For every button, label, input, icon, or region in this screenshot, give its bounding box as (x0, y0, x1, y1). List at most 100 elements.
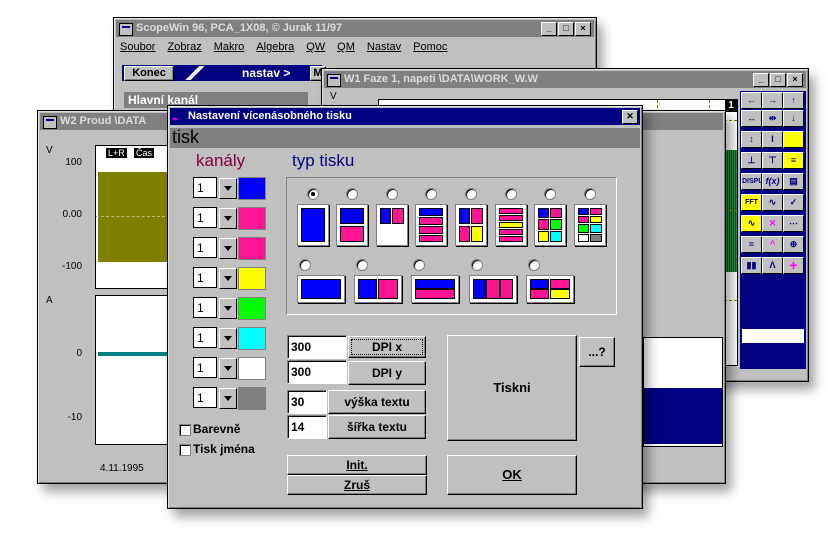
names-checkbox[interactable] (179, 444, 191, 456)
layout-3-icon[interactable] (376, 204, 408, 246)
layout-6-icon[interactable] (495, 204, 527, 246)
layout-12-icon[interactable] (469, 275, 517, 303)
layout-radio[interactable] (471, 259, 483, 271)
chevron-down-icon[interactable] (219, 208, 237, 229)
layout-13-icon[interactable] (526, 275, 574, 303)
text-width-value[interactable]: 14 (287, 415, 327, 439)
channel-color-swatch[interactable] (238, 237, 266, 260)
menu-makro[interactable]: Makro (214, 38, 245, 56)
layout-9-icon[interactable] (297, 275, 345, 303)
split-icon[interactable]: ≡ (783, 152, 804, 169)
baseline-icon[interactable]: ⊤ (762, 152, 783, 169)
more-button[interactable]: ...? (579, 337, 615, 367)
chevron-down-icon[interactable] (219, 388, 237, 409)
layout-radio[interactable] (544, 188, 556, 200)
layout-8-icon[interactable] (574, 204, 606, 246)
ok-button[interactable]: OK (447, 455, 577, 495)
text-width-button[interactable]: šířka textu (328, 415, 426, 439)
minimize-icon[interactable]: _ (541, 22, 557, 36)
chevron-down-icon[interactable] (219, 268, 237, 289)
channel-select[interactable]: 1 (193, 267, 237, 290)
layout-radio[interactable] (465, 188, 477, 200)
layout-radio[interactable] (346, 188, 358, 200)
wave-icon[interactable]: ∿ (762, 194, 783, 211)
channel-color-swatch[interactable] (238, 327, 266, 350)
layout-radio[interactable] (413, 259, 425, 271)
channel-select[interactable]: 1 (193, 357, 237, 380)
layout-radio[interactable] (307, 188, 319, 200)
layout-radio[interactable] (299, 259, 311, 271)
maximize-icon[interactable]: □ (770, 73, 786, 87)
peak-blue-icon[interactable]: Λ (762, 257, 783, 274)
zoom-icon[interactable]: ⊕ (783, 236, 804, 253)
dialog-close-icon[interactable]: ✕ (622, 110, 638, 124)
layout-5-icon[interactable] (455, 204, 487, 246)
layout-1-icon[interactable] (297, 204, 329, 246)
menu-nastav[interactable]: Nastav (367, 38, 401, 56)
channel-select[interactable]: 1 (193, 387, 237, 410)
layout-11-icon[interactable] (411, 275, 459, 303)
chevron-down-icon[interactable] (219, 358, 237, 379)
plus-icon[interactable]: + (783, 257, 804, 274)
peak-icon[interactable]: ^ (762, 236, 783, 253)
chevron-down-icon[interactable] (219, 298, 237, 319)
layout-radio[interactable] (528, 259, 540, 271)
channel-select[interactable]: 1 (193, 327, 237, 350)
menu-soubor[interactable]: Soubor (120, 38, 155, 56)
function-icon[interactable]: f(x) (762, 173, 783, 190)
nastav-label[interactable]: nastav > (242, 66, 290, 80)
channel-color-swatch[interactable] (238, 267, 266, 290)
dpi-x-value[interactable]: 300 (287, 335, 347, 359)
menu-algebra[interactable]: Algebra (256, 38, 294, 56)
list-icon[interactable]: ▤ (783, 173, 804, 190)
arrow-down-icon[interactable]: ↓ (783, 110, 804, 127)
close-icon[interactable]: × (787, 73, 803, 87)
layout-10-icon[interactable] (354, 275, 402, 303)
dpi-x-button[interactable]: DPI x (348, 336, 426, 358)
layout-radio[interactable] (386, 188, 398, 200)
arrow-right-icon[interactable]: → (762, 92, 783, 109)
w1-titlebar[interactable]: W1 Faze 1, napeti \DATA\WORK_W.W _ □ × (324, 71, 806, 88)
cross-icon[interactable]: ✕ (762, 215, 783, 232)
layout-radio[interactable] (505, 188, 517, 200)
dialog-titlebar[interactable]: ⌁ Nastavení vícenásobného tisku ✕ (170, 108, 640, 125)
menu-zobraz[interactable]: Zobraz (167, 38, 201, 56)
layout-4-icon[interactable] (415, 204, 447, 246)
scopewin-titlebar[interactable]: ScopeWin 96, PCA_1X08, © Jurak 11/97 _ □… (116, 20, 594, 37)
yellow-bar-icon[interactable] (783, 131, 804, 148)
expand-vertical-icon[interactable]: ↕ (741, 131, 762, 148)
baseline-down-icon[interactable]: ⊥ (741, 152, 762, 169)
wave-yellow-icon[interactable]: ∿ (741, 215, 762, 232)
text-height-value[interactable]: 30 (287, 390, 327, 414)
compress-horizontal-icon[interactable]: ⇹ (762, 110, 783, 127)
menu-qm[interactable]: QM (337, 38, 355, 56)
arrow-up-icon[interactable]: ↑ (783, 92, 804, 109)
cancel-button[interactable]: Zruš (287, 475, 427, 495)
channel-color-swatch[interactable] (238, 207, 266, 230)
arrow-left-icon[interactable]: ← (741, 92, 762, 109)
print-button[interactable]: Tiskni (447, 335, 577, 441)
spectrum-icon[interactable]: ≈ (741, 236, 762, 253)
compress-vertical-icon[interactable]: I (762, 131, 783, 148)
layout-2-icon[interactable] (336, 204, 368, 246)
bars-icon[interactable]: ▮▮ (741, 257, 762, 274)
channel-select[interactable]: 1 (193, 297, 237, 320)
layout-radio[interactable] (356, 259, 368, 271)
channel-select[interactable]: 1 (193, 237, 237, 260)
minimize-icon[interactable]: _ (753, 73, 769, 87)
channel-color-swatch[interactable] (238, 357, 266, 380)
fft-icon[interactable]: FFT (741, 194, 762, 211)
chevron-down-icon[interactable] (219, 238, 237, 259)
display-icon[interactable]: DISPL (741, 173, 762, 190)
channel-select[interactable]: 1 (193, 207, 237, 230)
chevron-down-icon[interactable] (219, 328, 237, 349)
chevron-down-icon[interactable] (219, 178, 237, 199)
dots-icon[interactable]: ⋯ (783, 215, 804, 232)
dpi-y-button[interactable]: DPI y (348, 361, 426, 385)
dpi-y-value[interactable]: 300 (287, 360, 347, 384)
maximize-icon[interactable]: □ (558, 22, 574, 36)
channel-select[interactable]: 1 (193, 177, 237, 200)
layout-radio[interactable] (584, 188, 596, 200)
layout-7-icon[interactable] (534, 204, 566, 246)
menu-pomoc[interactable]: Pomoc (413, 38, 447, 56)
